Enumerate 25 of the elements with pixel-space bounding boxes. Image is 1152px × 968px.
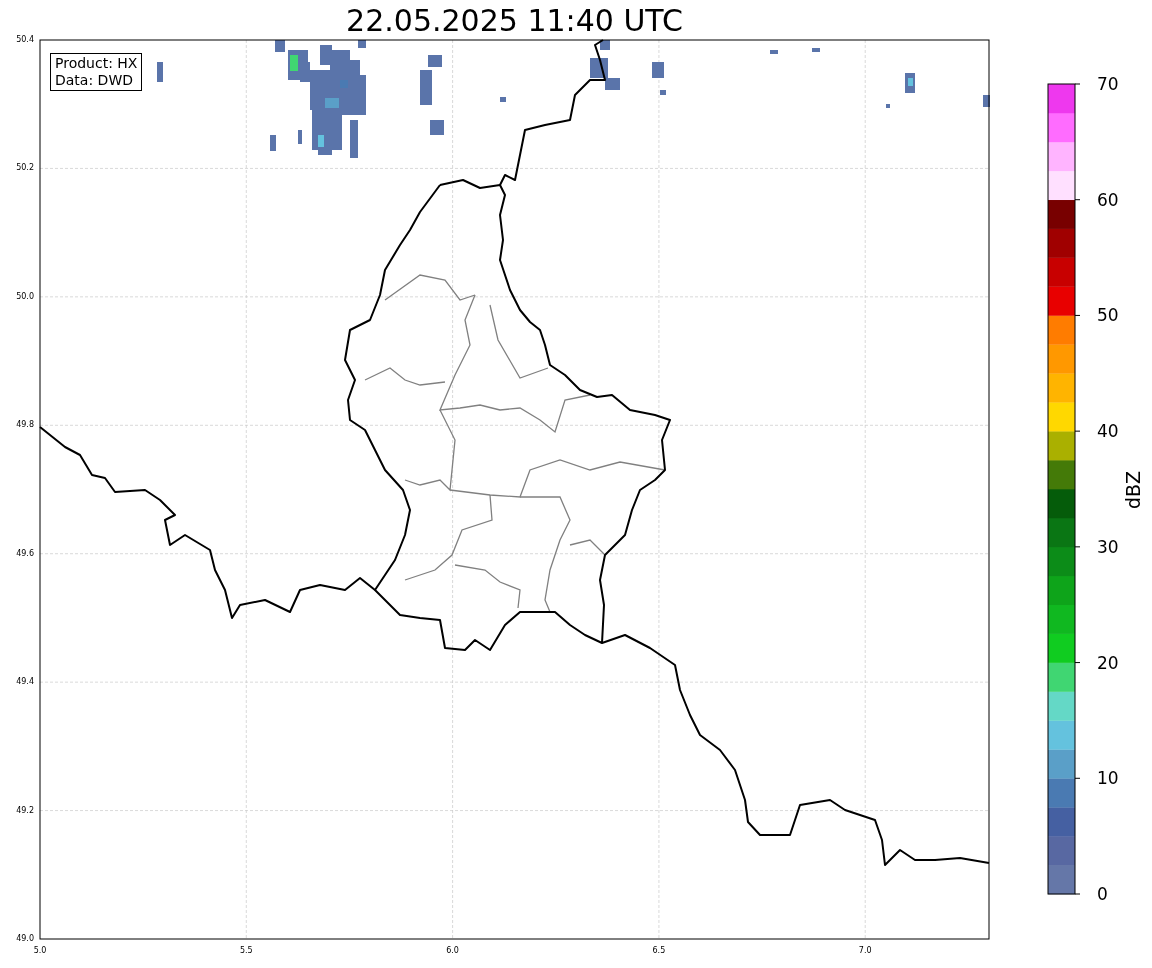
y-tick-label: 49.0 [15, 934, 34, 944]
x-tick-label: 6.0 [445, 946, 460, 956]
y-tick-label: 50.4 [15, 35, 34, 45]
colorbar-tick-label: 20 [1097, 652, 1119, 673]
info-text: Data: DWD [55, 72, 134, 89]
colorbar-tick-label: 30 [1097, 536, 1119, 557]
colorbar-tick-label: 40 [1097, 421, 1119, 442]
y-tick-label: 49.2 [15, 805, 34, 816]
y-tick-label: 50.0 [15, 291, 34, 302]
x-tick-label: 6.5 [651, 946, 667, 956]
y-tick-label: 49.4 [15, 677, 34, 688]
y-tick-label: 49.6 [15, 548, 34, 559]
y-tick-label: 50.2 [15, 163, 34, 174]
chart-title: 22.05.2025 11:40 UTC [345, 2, 684, 40]
colorbar-tick-label: 70 [1097, 74, 1119, 94]
colorbar-tick-label: 60 [1097, 189, 1119, 210]
colorbar-label: dBZ [1122, 470, 1144, 510]
x-tick-label: 5.5 [238, 946, 254, 956]
info-text: Product: HX [55, 55, 138, 72]
x-tick-label: 5.0 [32, 946, 48, 956]
colorbar-tick-label: 50 [1097, 305, 1119, 326]
colorbar-tick-label: 10 [1097, 768, 1119, 789]
x-tick-label: 7.0 [857, 946, 873, 956]
y-tick-label: 49.8 [15, 420, 34, 431]
colorbar-tick-label: 0 [1097, 884, 1108, 904]
